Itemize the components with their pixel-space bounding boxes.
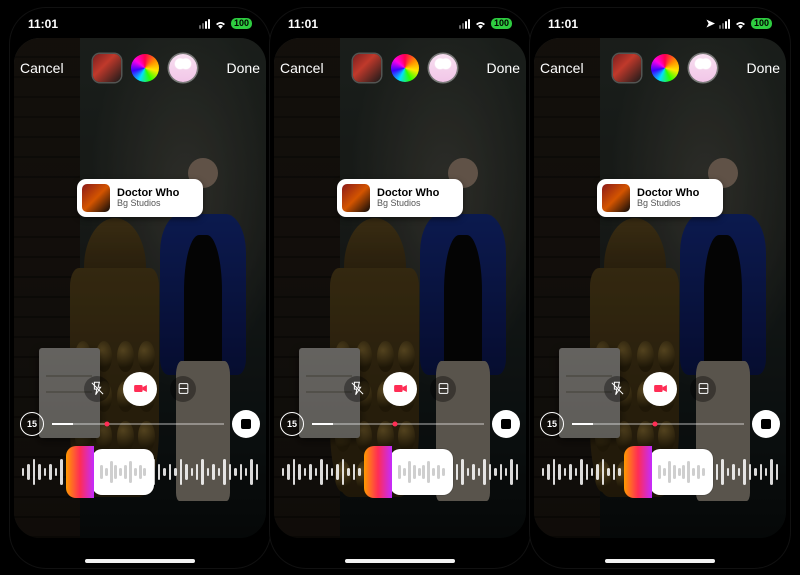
- wifi-icon: [734, 19, 747, 29]
- battery-badge: 100: [231, 18, 252, 29]
- music-artist: Bg Studios: [117, 199, 179, 209]
- phone-frame: 11:01 ➤ 100: [10, 8, 270, 568]
- color-picker-button[interactable]: [131, 54, 159, 82]
- battery-badge: 100: [751, 18, 772, 29]
- phone-frame: 11:01 ➤ 100: [270, 8, 530, 568]
- capture-mode-row: [270, 372, 530, 406]
- flash-off-button[interactable]: [344, 376, 370, 402]
- audio-selection-window[interactable]: [650, 449, 712, 495]
- music-artist: Bg Studios: [637, 199, 699, 209]
- music-artist: Bg Studios: [377, 199, 439, 209]
- clip-timeline: 15: [540, 410, 780, 438]
- home-indicator: [85, 559, 195, 563]
- timeline-marker: [392, 421, 397, 426]
- home-indicator: [345, 559, 455, 563]
- editor-header: Cancel Done: [10, 50, 270, 86]
- audio-scrubber[interactable]: [540, 452, 780, 492]
- audio-selection-window[interactable]: [390, 449, 452, 495]
- stop-record-button[interactable]: [232, 410, 260, 438]
- timeline-track[interactable]: [312, 423, 484, 425]
- clip-timeline: 15: [280, 410, 520, 438]
- capture-mode-row: [10, 372, 270, 406]
- layout-mode-button[interactable]: [170, 376, 196, 402]
- wifi-icon: [474, 19, 487, 29]
- status-time: 11:01: [548, 17, 578, 31]
- stop-record-button[interactable]: [492, 410, 520, 438]
- home-indicator: [605, 559, 715, 563]
- music-sticker[interactable]: Doctor Who Bg Studios: [597, 179, 723, 217]
- status-bar: 11:01 ➤ 100: [270, 14, 530, 34]
- video-mode-button[interactable]: [643, 372, 677, 406]
- status-time: 11:01: [288, 17, 318, 31]
- avatar-sticker-button[interactable]: [429, 54, 457, 82]
- timeline-marker: [105, 421, 110, 426]
- timeline-marker: [652, 421, 657, 426]
- flash-off-button[interactable]: [84, 376, 110, 402]
- video-mode-button[interactable]: [123, 372, 157, 406]
- phone-frame: 11:01 ➤ 100: [530, 8, 790, 568]
- layout-mode-button[interactable]: [430, 376, 456, 402]
- album-art-icon: [342, 184, 370, 212]
- done-button[interactable]: Done: [227, 60, 260, 76]
- timeline-progress: [572, 423, 593, 425]
- status-right: ➤ 100: [706, 17, 772, 30]
- album-art-icon: [82, 184, 110, 212]
- done-button[interactable]: Done: [747, 60, 780, 76]
- layout-mode-button[interactable]: [690, 376, 716, 402]
- editor-header: Cancel Done: [270, 50, 530, 86]
- done-button[interactable]: Done: [487, 60, 520, 76]
- timeline-progress: [312, 423, 333, 425]
- music-thumb-button[interactable]: [613, 54, 641, 82]
- cancel-button[interactable]: Cancel: [20, 60, 64, 76]
- music-sticker[interactable]: Doctor Who Bg Studios: [337, 179, 463, 217]
- timeline-progress: [52, 423, 73, 425]
- status-bar: 11:01 ➤ 100: [10, 14, 270, 34]
- audio-selection-window[interactable]: [92, 449, 154, 495]
- flash-off-button[interactable]: [604, 376, 630, 402]
- cancel-button[interactable]: Cancel: [540, 60, 584, 76]
- color-picker-button[interactable]: [651, 54, 679, 82]
- status-right: ➤ 100: [459, 18, 512, 29]
- editor-header: Cancel Done: [530, 50, 790, 86]
- color-picker-button[interactable]: [391, 54, 419, 82]
- cellular-signal-icon: [719, 19, 730, 29]
- stop-record-button[interactable]: [752, 410, 780, 438]
- timeline-track[interactable]: [52, 423, 224, 425]
- music-thumb-button[interactable]: [93, 54, 121, 82]
- screenshot-row: 11:01 ➤ 100: [0, 0, 800, 575]
- cellular-signal-icon: [459, 19, 470, 29]
- music-sticker[interactable]: Doctor Who Bg Studios: [77, 179, 203, 217]
- album-art-icon: [602, 184, 630, 212]
- capture-mode-row: [530, 372, 790, 406]
- duration-button[interactable]: 15: [540, 412, 564, 436]
- location-icon: ➤: [706, 17, 715, 30]
- duration-button[interactable]: 15: [20, 412, 44, 436]
- cellular-signal-icon: [199, 19, 210, 29]
- avatar-sticker-button[interactable]: [169, 54, 197, 82]
- clip-timeline: 15: [20, 410, 260, 438]
- video-mode-button[interactable]: [383, 372, 417, 406]
- battery-badge: 100: [491, 18, 512, 29]
- wifi-icon: [214, 19, 227, 29]
- status-bar: 11:01 ➤ 100: [530, 14, 790, 34]
- music-thumb-button[interactable]: [353, 54, 381, 82]
- avatar-sticker-button[interactable]: [689, 54, 717, 82]
- duration-button[interactable]: 15: [280, 412, 304, 436]
- audio-scrubber[interactable]: [280, 452, 520, 492]
- timeline-track[interactable]: [572, 423, 744, 425]
- status-right: ➤ 100: [199, 18, 252, 29]
- audio-scrubber[interactable]: [20, 452, 260, 492]
- status-time: 11:01: [28, 17, 58, 31]
- cancel-button[interactable]: Cancel: [280, 60, 324, 76]
